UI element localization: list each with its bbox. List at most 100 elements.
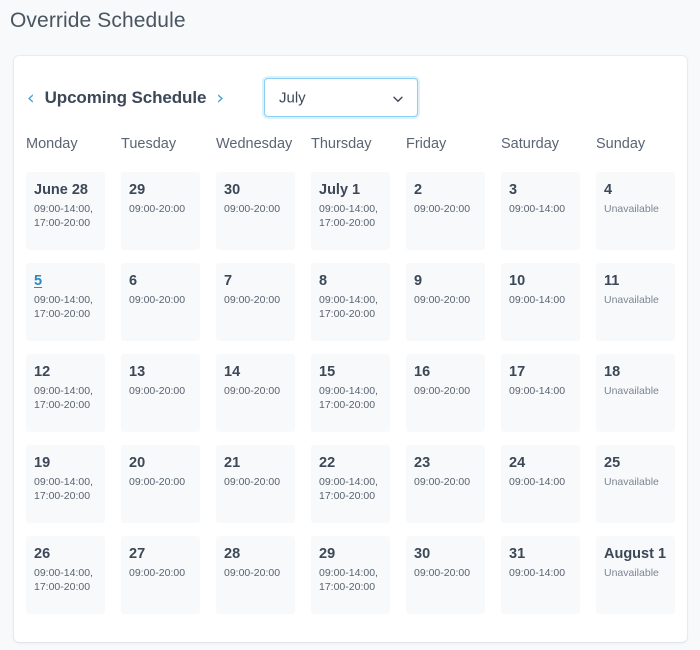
calendar-day-cell[interactable]: August 1 Unavailable: [596, 536, 675, 614]
calendar-day-cell[interactable]: 21 09:00-20:00: [216, 445, 295, 523]
calendar-day-cell[interactable]: 3109:00-14:00: [501, 536, 580, 614]
day-number: 7: [224, 272, 287, 290]
day-number: 3: [509, 181, 572, 199]
unavailable-label: Unavailable: [604, 293, 667, 307]
day-number: 11: [604, 272, 667, 290]
day-number: August 1: [604, 545, 667, 563]
day-hours: 09:00-20:00: [129, 293, 192, 307]
unavailable-label: Unavailable: [604, 202, 667, 216]
calendar-day-cell[interactable]: 25 Unavailable: [596, 445, 675, 523]
day-hours: 09:00-14:00, 17:00-20:00: [34, 384, 97, 412]
calendar-day-cell[interactable]: 1009:00-14:00: [501, 263, 580, 341]
calendar-day-cell[interactable]: 11 Unavailable: [596, 263, 675, 341]
calendar-day-cell[interactable]: 1409:00-20:00: [216, 354, 295, 432]
day-number: 12: [34, 363, 97, 381]
calendar-day-cell[interactable]: 1609:00-20:00: [406, 354, 485, 432]
day-number: 27: [129, 545, 192, 563]
day-number: 29: [129, 181, 192, 199]
day-number: 30: [414, 545, 477, 563]
chevron-down-icon: [392, 92, 404, 104]
calendar-day-cell[interactable]: 2 09:00-20:00: [406, 172, 485, 250]
month-select-value: July: [279, 90, 306, 105]
day-hours: 09:00-14:00: [509, 475, 572, 489]
day-number: July 1: [319, 181, 382, 199]
weekday-header-row: MondayTuesdayWednesdayThursdayFridaySatu…: [26, 134, 675, 154]
unavailable-label: Unavailable: [604, 566, 667, 580]
schedule-card: ‹ Upcoming Schedule › July MondayTuesday…: [14, 56, 687, 642]
day-hours: 09:00-20:00: [414, 293, 477, 307]
day-hours: 09:00-20:00: [224, 384, 287, 398]
calendar-day-cell[interactable]: 28 09:00-20:00: [216, 536, 295, 614]
calendar-day-cell[interactable]: 2909:00-20:00: [121, 172, 200, 250]
calendar-day-cell[interactable]: 18 Unavailable: [596, 354, 675, 432]
calendar-day-cell[interactable]: 30 09:00-20:00: [406, 536, 485, 614]
day-hours: 09:00-20:00: [414, 475, 477, 489]
unavailable-label: Unavailable: [604, 384, 667, 398]
calendar-grid: June 2809:00-14:00, 17:00-20:002909:00-2…: [26, 172, 675, 614]
calendar-day-cell[interactable]: 4 Unavailable: [596, 172, 675, 250]
calendar-day-cell[interactable]: July 109:00-14:00, 17:00-20:00: [311, 172, 390, 250]
day-number: 29: [319, 545, 382, 563]
day-number: 4: [604, 181, 667, 199]
day-hours: 09:00-14:00, 17:00-20:00: [319, 384, 382, 412]
calendar-day-cell[interactable]: 2009:00-20:00: [121, 445, 200, 523]
page-title: Override Schedule: [10, 6, 186, 36]
month-select[interactable]: July: [264, 78, 418, 117]
day-number: June 28: [34, 181, 97, 199]
day-hours: 09:00-20:00: [414, 566, 477, 580]
calendar-day-cell[interactable]: 13 09:00-20:00: [121, 354, 200, 432]
day-number: 17: [509, 363, 572, 381]
day-number: 21: [224, 454, 287, 472]
chevron-right-icon[interactable]: ›: [215, 89, 225, 108]
calendar-day-cell[interactable]: 509:00-14:00, 17:00-20:00: [26, 263, 105, 341]
day-hours: 09:00-20:00: [224, 475, 287, 489]
weekday-label-thursday: Thursday: [311, 134, 390, 154]
weekday-label-monday: Monday: [26, 134, 105, 154]
day-number: 18: [604, 363, 667, 381]
calendar-day-cell[interactable]: 1909:00-14:00, 17:00-20:00: [26, 445, 105, 523]
calendar-day-cell[interactable]: 2309:00-20:00: [406, 445, 485, 523]
day-hours: 09:00-14:00, 17:00-20:00: [319, 475, 382, 503]
schedule-nav-group: ‹ Upcoming Schedule ›: [26, 83, 225, 113]
day-hours: 09:00-20:00: [414, 202, 477, 216]
calendar-day-cell[interactable]: 2609:00-14:00, 17:00-20:00: [26, 536, 105, 614]
day-number: 31: [509, 545, 572, 563]
calendar-day-cell[interactable]: 2909:00-14:00, 17:00-20:00: [311, 536, 390, 614]
day-number: 2: [414, 181, 477, 199]
day-hours: 09:00-14:00: [509, 202, 572, 216]
calendar-day-cell[interactable]: 6 09:00-20:00: [121, 263, 200, 341]
calendar-day-cell[interactable]: 709:00-20:00: [216, 263, 295, 341]
calendar-day-cell[interactable]: 12 09:00-14:00, 17:00-20:00: [26, 354, 105, 432]
day-number: 9: [414, 272, 477, 290]
day-number: 13: [129, 363, 192, 381]
day-number: 28: [224, 545, 287, 563]
calendar-day-cell[interactable]: 1509:00-14:00, 17:00-20:00: [311, 354, 390, 432]
day-number: 25: [604, 454, 667, 472]
day-hours: 09:00-20:00: [129, 475, 192, 489]
day-hours: 09:00-14:00, 17:00-20:00: [34, 475, 97, 503]
calendar-day-cell[interactable]: 17 09:00-14:00: [501, 354, 580, 432]
day-number: 6: [129, 272, 192, 290]
calendar-day-cell[interactable]: 809:00-14:00, 17:00-20:00: [311, 263, 390, 341]
day-hours: 09:00-20:00: [224, 202, 287, 216]
override-schedule-page: Override Schedule ‹ Upcoming Schedule › …: [0, 0, 700, 650]
day-hours: 09:00-14:00: [509, 293, 572, 307]
calendar-day-cell[interactable]: 22 09:00-14:00, 17:00-20:00: [311, 445, 390, 523]
day-hours: 09:00-20:00: [224, 566, 287, 580]
calendar-day-cell[interactable]: 24 09:00-14:00: [501, 445, 580, 523]
current-day-link[interactable]: 5: [34, 272, 97, 290]
day-hours: 09:00-20:00: [129, 384, 192, 398]
day-hours: 09:00-14:00: [509, 384, 572, 398]
calendar-day-cell[interactable]: 3 09:00-14:00: [501, 172, 580, 250]
calendar-day-cell[interactable]: June 28 09:00-14:00, 17:00-20:00: [26, 172, 105, 250]
calendar-day-cell[interactable]: 2709:00-20:00: [121, 536, 200, 614]
day-number: 22: [319, 454, 382, 472]
unavailable-label: Unavailable: [604, 475, 667, 489]
day-hours: 09:00-14:00, 17:00-20:00: [319, 293, 382, 321]
day-hours: 09:00-14:00, 17:00-20:00: [34, 202, 97, 230]
chevron-left-icon[interactable]: ‹: [26, 89, 36, 108]
day-number: 24: [509, 454, 572, 472]
weekday-label-friday: Friday: [406, 134, 485, 154]
calendar-day-cell[interactable]: 9 09:00-20:00: [406, 263, 485, 341]
calendar-day-cell[interactable]: 3009:00-20:00: [216, 172, 295, 250]
